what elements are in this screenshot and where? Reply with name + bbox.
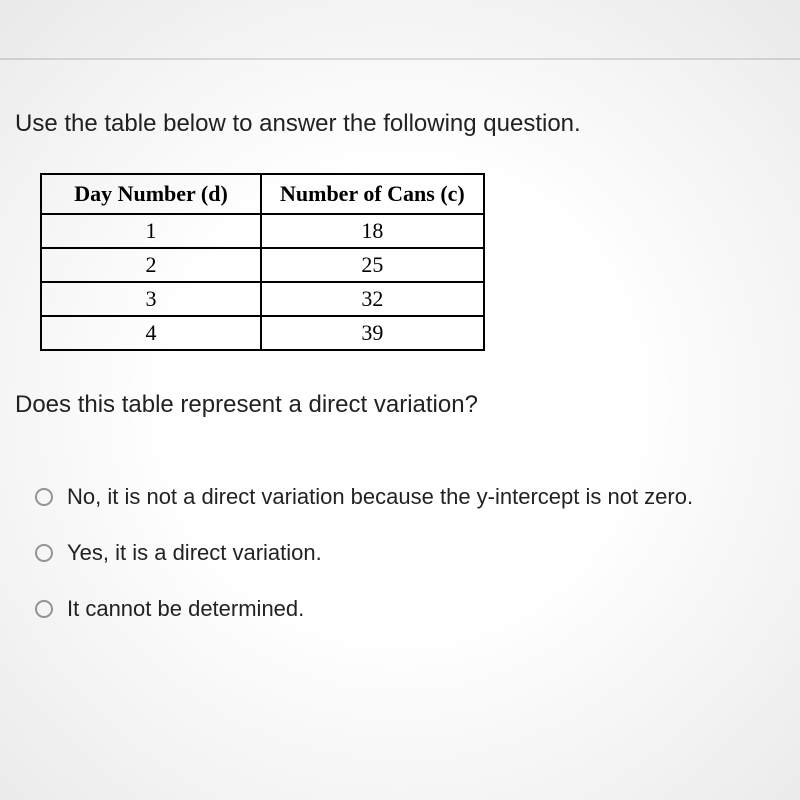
table-cell: 1 xyxy=(41,214,261,248)
option-row-1[interactable]: No, it is not a direct variation because… xyxy=(35,484,785,510)
table-row: 4 39 xyxy=(41,316,484,350)
option-label: Yes, it is a direct variation. xyxy=(67,540,322,566)
option-label: It cannot be determined. xyxy=(67,596,304,622)
radio-icon[interactable] xyxy=(35,488,53,506)
radio-icon[interactable] xyxy=(35,600,53,618)
table-cell: 2 xyxy=(41,248,261,282)
table-cell: 18 xyxy=(261,214,484,248)
table-row: 1 18 xyxy=(41,214,484,248)
table-cell: 4 xyxy=(41,316,261,350)
content-area: Use the table below to answer the follow… xyxy=(0,60,800,682)
option-row-2[interactable]: Yes, it is a direct variation. xyxy=(35,540,785,566)
instruction-text: Use the table below to answer the follow… xyxy=(15,110,785,138)
radio-icon[interactable] xyxy=(35,544,53,562)
top-border-section xyxy=(0,0,800,60)
page-container: Use the table below to answer the follow… xyxy=(0,0,800,800)
table-row: 2 25 xyxy=(41,248,484,282)
table-row: 3 32 xyxy=(41,282,484,316)
data-table: Day Number (d) Number of Cans (c) 1 18 2… xyxy=(40,173,485,351)
table-header-row: Day Number (d) Number of Cans (c) xyxy=(41,174,484,214)
option-row-3[interactable]: It cannot be determined. xyxy=(35,596,785,622)
table-cell: 25 xyxy=(261,248,484,282)
table-cell: 39 xyxy=(261,316,484,350)
table-cell: 3 xyxy=(41,282,261,316)
options-group: No, it is not a direct variation because… xyxy=(15,484,785,622)
table-header-cans: Number of Cans (c) xyxy=(261,174,484,214)
option-label: No, it is not a direct variation because… xyxy=(67,484,693,510)
table-cell: 32 xyxy=(261,282,484,316)
question-text: Does this table represent a direct varia… xyxy=(15,391,785,419)
table-header-day: Day Number (d) xyxy=(41,174,261,214)
